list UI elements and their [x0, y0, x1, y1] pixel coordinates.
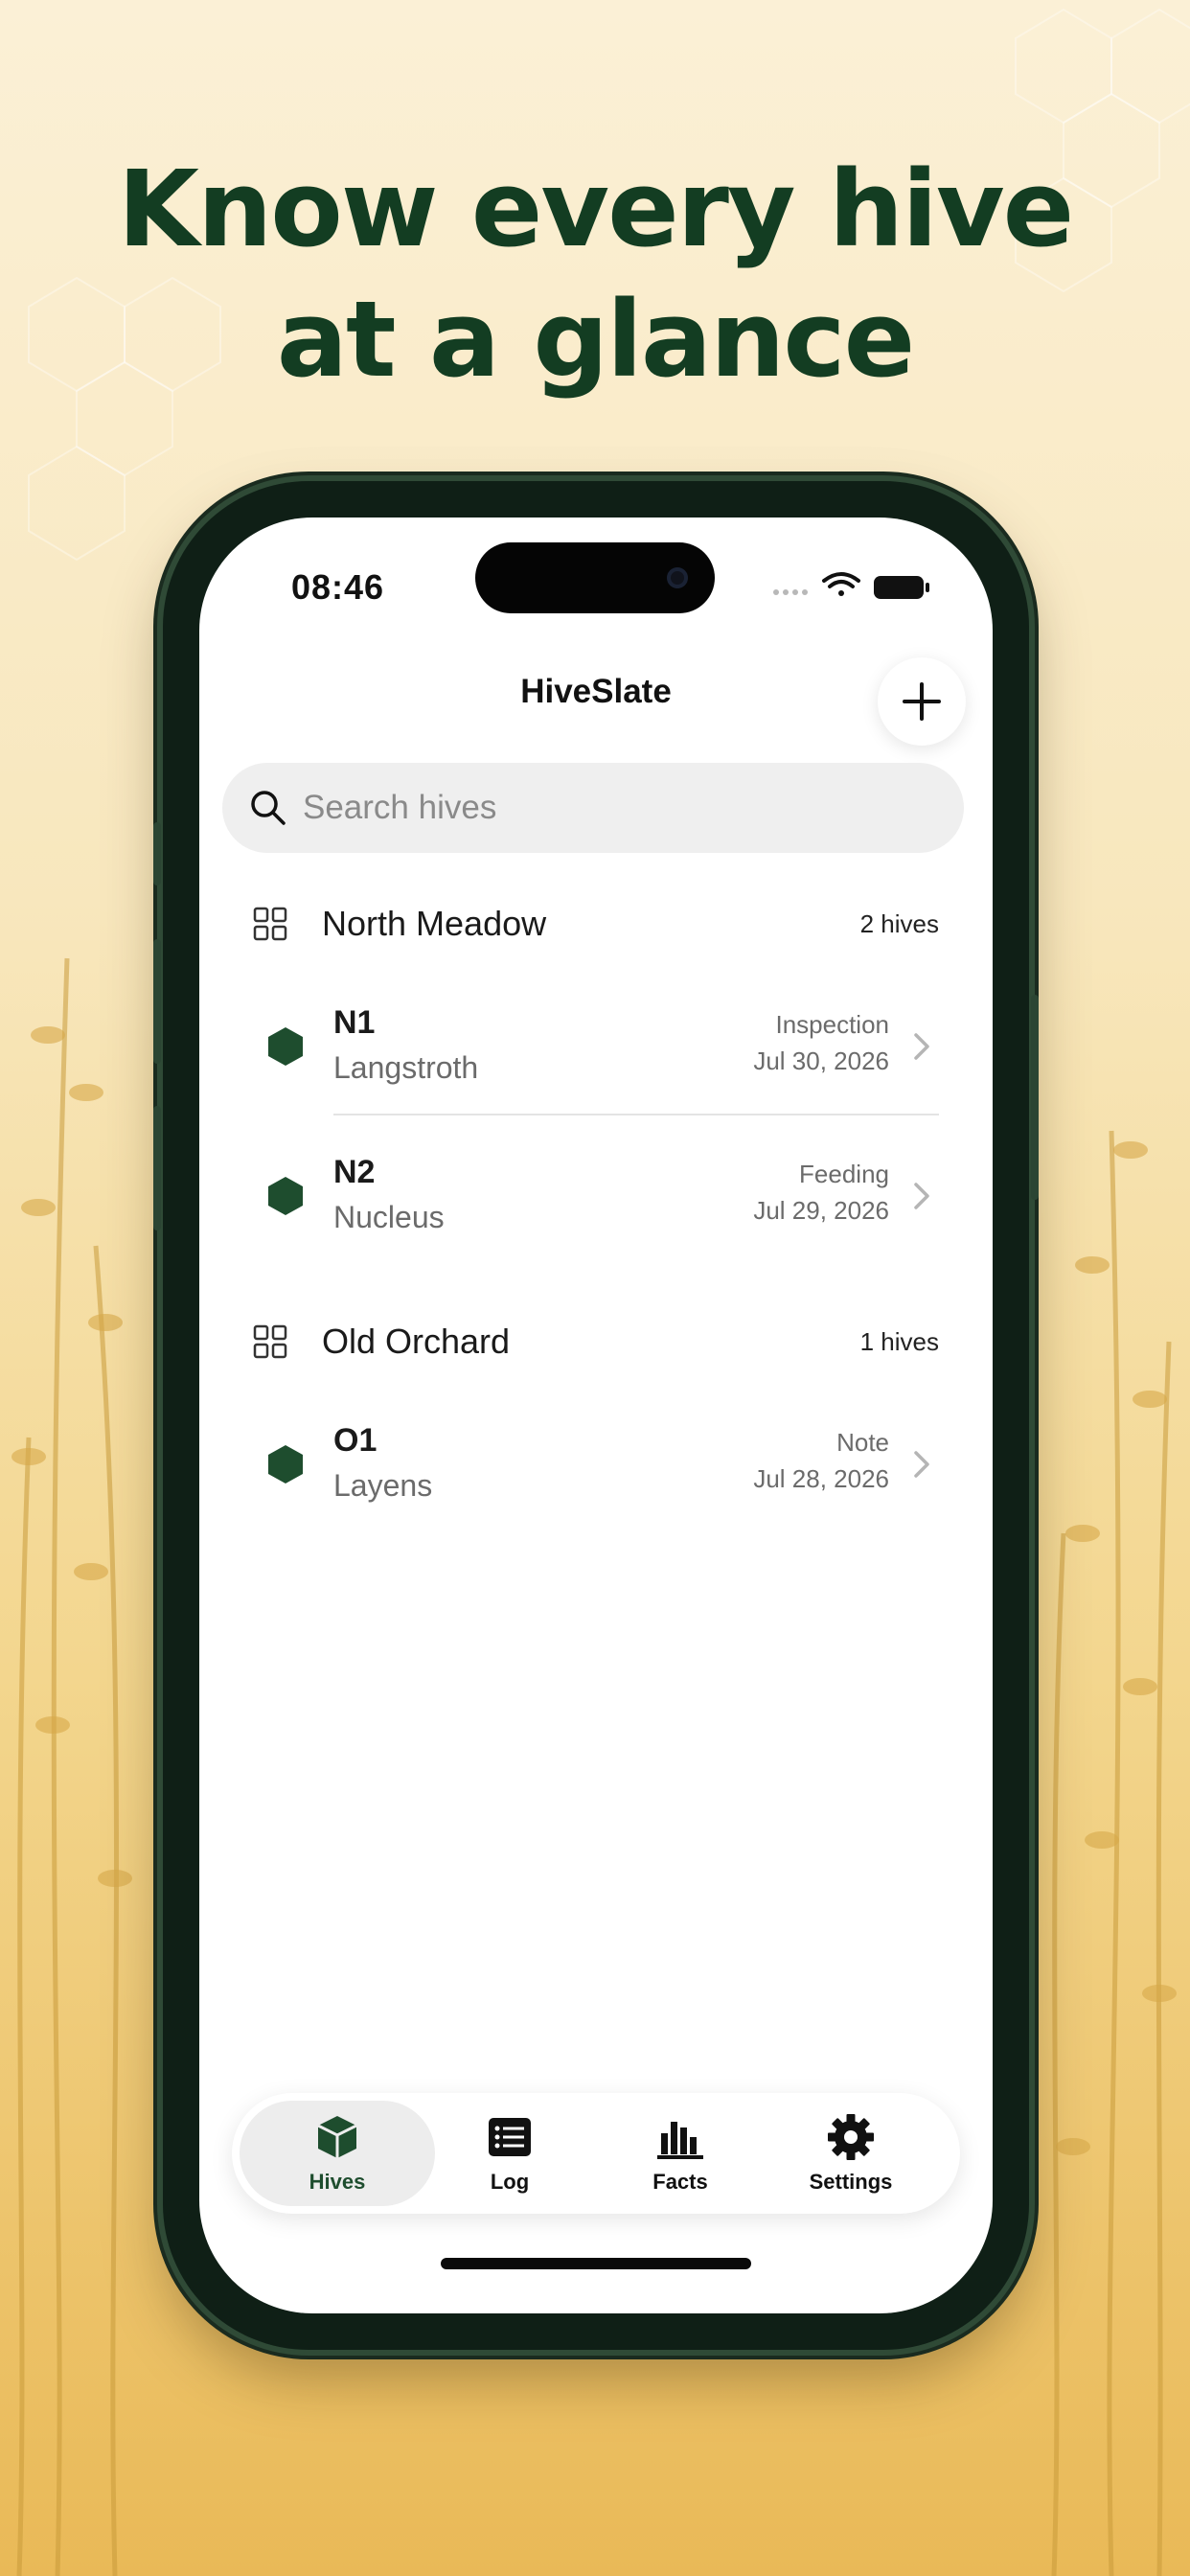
hive-last-event: Note: [836, 1428, 889, 1457]
headline: Know every hive at a glance: [0, 144, 1190, 404]
hive-type: Nucleus: [333, 1200, 445, 1234]
hive-last-date: Jul 28, 2026: [753, 1464, 889, 1493]
headline-line-2: at a glance: [276, 278, 915, 401]
hive-type: Layens: [333, 1468, 433, 1503]
camera-icon: [667, 567, 688, 588]
hive-name: O1: [333, 1422, 378, 1459]
hive-row-n1[interactable]: N1 Langstroth Inspection Jul 30, 2026: [253, 978, 939, 1112]
add-hive-button[interactable]: [878, 657, 966, 746]
plus-icon: [903, 682, 941, 721]
hive-row-o1[interactable]: O1 Layens Note Jul 28, 2026: [253, 1395, 939, 1530]
group-header-north-meadow: North Meadow 2 hives: [253, 895, 939, 953]
chevron-right-icon: [914, 1033, 929, 1060]
status-icons: [773, 572, 929, 599]
tab-log[interactable]: Log: [412, 2101, 607, 2206]
hive-last-date: Jul 29, 2026: [753, 1196, 889, 1225]
dynamic-island: [475, 542, 715, 613]
chevron-right-icon: [914, 1451, 929, 1478]
group-count: 2 hives: [859, 908, 939, 938]
search-icon: [251, 791, 286, 825]
group-title: North Meadow: [322, 904, 547, 943]
log-list-icon: [489, 2118, 531, 2156]
hive-last-event: Inspection: [775, 1010, 889, 1039]
wifi-icon: [822, 572, 860, 596]
search-input[interactable]: [303, 789, 916, 827]
tab-facts[interactable]: Facts: [583, 2101, 778, 2206]
tab-label: Facts: [652, 2170, 708, 2194]
hive-hexagon-icon: [268, 1177, 303, 1215]
group-header-old-orchard: Old Orchard 1 hives: [253, 1313, 939, 1370]
tab-label: Settings: [809, 2170, 893, 2194]
home-indicator: [441, 2258, 751, 2269]
power-button: [1031, 995, 1039, 1200]
app-screen: 08:46 HiveSlate Search hives North Meado…: [199, 518, 993, 2313]
chevron-right-icon: [914, 1183, 929, 1209]
tab-label: Hives: [309, 2170, 366, 2194]
gear-icon: [828, 2114, 874, 2160]
tab-bar: Hives Log Facts Settings: [232, 2093, 960, 2214]
tab-label: Log: [490, 2170, 530, 2194]
volume-down-button: [153, 1106, 161, 1230]
grid-icon: [253, 907, 287, 941]
volume-up-button: [153, 939, 161, 1064]
hive-last-date: Jul 30, 2026: [753, 1046, 889, 1075]
nav-title: HiveSlate: [520, 673, 672, 710]
search-bar[interactable]: [222, 763, 964, 853]
hive-row-n2[interactable]: N2 Nucleus Feeding Jul 29, 2026: [253, 1127, 939, 1261]
hive-name: N2: [333, 1154, 376, 1190]
tab-settings[interactable]: Settings: [753, 2101, 949, 2206]
group-count: 1 hives: [859, 1326, 939, 1356]
hive-box-icon: [317, 2116, 357, 2158]
headline-line-1: Know every hive: [117, 148, 1075, 270]
tab-hives[interactable]: Hives: [240, 2101, 435, 2206]
status-time: 08:46: [291, 567, 385, 607]
bar-chart-icon: [657, 2122, 703, 2159]
hive-last-event: Feeding: [799, 1160, 889, 1188]
signal-icon: [773, 589, 808, 595]
group-title: Old Orchard: [322, 1322, 511, 1361]
hive-type: Langstroth: [333, 1050, 479, 1085]
row-divider: [333, 1114, 939, 1116]
hive-hexagon-icon: [268, 1445, 303, 1484]
action-button: [153, 822, 161, 886]
hive-name: N1: [333, 1004, 376, 1041]
hive-hexagon-icon: [268, 1027, 303, 1066]
battery-icon: [874, 576, 929, 599]
grid-icon: [253, 1324, 287, 1359]
phone-frame: 08:46 HiveSlate Search hives North Meado…: [153, 481, 1039, 2350]
